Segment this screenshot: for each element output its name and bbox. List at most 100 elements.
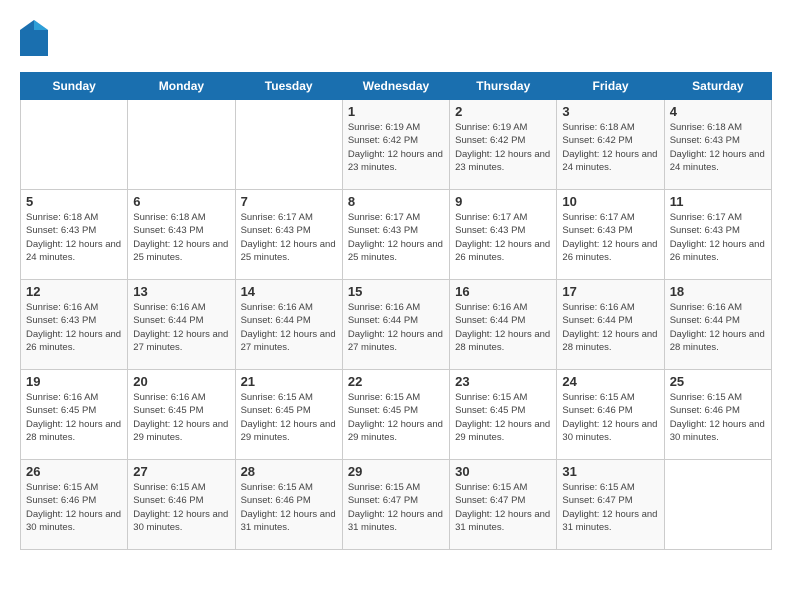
cell-content: Sunrise: 6:16 AMSunset: 6:44 PMDaylight:… [241,301,337,354]
cell-content: Sunrise: 6:15 AMSunset: 6:47 PMDaylight:… [562,481,658,534]
calendar-cell: 4 Sunrise: 6:18 AMSunset: 6:43 PMDayligh… [664,100,771,190]
calendar-cell: 27 Sunrise: 6:15 AMSunset: 6:46 PMDaylig… [128,460,235,550]
day-number: 19 [26,374,122,389]
day-number: 13 [133,284,229,299]
day-number: 21 [241,374,337,389]
calendar-header: SundayMondayTuesdayWednesdayThursdayFrid… [21,73,772,100]
calendar-cell: 20 Sunrise: 6:16 AMSunset: 6:45 PMDaylig… [128,370,235,460]
day-number: 26 [26,464,122,479]
calendar-cell: 14 Sunrise: 6:16 AMSunset: 6:44 PMDaylig… [235,280,342,370]
day-number: 14 [241,284,337,299]
cell-content: Sunrise: 6:17 AMSunset: 6:43 PMDaylight:… [455,211,551,264]
header-row: SundayMondayTuesdayWednesdayThursdayFrid… [21,73,772,100]
calendar-cell [235,100,342,190]
calendar-week-row: 19 Sunrise: 6:16 AMSunset: 6:45 PMDaylig… [21,370,772,460]
cell-content: Sunrise: 6:15 AMSunset: 6:46 PMDaylight:… [241,481,337,534]
calendar-cell: 29 Sunrise: 6:15 AMSunset: 6:47 PMDaylig… [342,460,449,550]
day-number: 28 [241,464,337,479]
day-number: 31 [562,464,658,479]
day-number: 18 [670,284,766,299]
logo-icon [20,20,48,56]
cell-content: Sunrise: 6:15 AMSunset: 6:46 PMDaylight:… [26,481,122,534]
calendar-cell [21,100,128,190]
cell-content: Sunrise: 6:15 AMSunset: 6:46 PMDaylight:… [133,481,229,534]
day-of-week-header: Wednesday [342,73,449,100]
calendar-cell: 19 Sunrise: 6:16 AMSunset: 6:45 PMDaylig… [21,370,128,460]
day-of-week-header: Thursday [450,73,557,100]
day-number: 12 [26,284,122,299]
day-number: 15 [348,284,444,299]
day-number: 27 [133,464,229,479]
cell-content: Sunrise: 6:16 AMSunset: 6:45 PMDaylight:… [133,391,229,444]
calendar-cell: 30 Sunrise: 6:15 AMSunset: 6:47 PMDaylig… [450,460,557,550]
day-number: 10 [562,194,658,209]
cell-content: Sunrise: 6:17 AMSunset: 6:43 PMDaylight:… [562,211,658,264]
calendar-week-row: 26 Sunrise: 6:15 AMSunset: 6:46 PMDaylig… [21,460,772,550]
calendar-cell: 1 Sunrise: 6:19 AMSunset: 6:42 PMDayligh… [342,100,449,190]
calendar-table: SundayMondayTuesdayWednesdayThursdayFrid… [20,72,772,550]
day-of-week-header: Tuesday [235,73,342,100]
day-number: 20 [133,374,229,389]
day-number: 6 [133,194,229,209]
logo [20,20,52,56]
calendar-cell: 25 Sunrise: 6:15 AMSunset: 6:46 PMDaylig… [664,370,771,460]
day-number: 9 [455,194,551,209]
calendar-cell: 11 Sunrise: 6:17 AMSunset: 6:43 PMDaylig… [664,190,771,280]
day-number: 16 [455,284,551,299]
cell-content: Sunrise: 6:16 AMSunset: 6:45 PMDaylight:… [26,391,122,444]
cell-content: Sunrise: 6:16 AMSunset: 6:44 PMDaylight:… [562,301,658,354]
cell-content: Sunrise: 6:17 AMSunset: 6:43 PMDaylight:… [670,211,766,264]
calendar-cell [664,460,771,550]
calendar-cell: 12 Sunrise: 6:16 AMSunset: 6:43 PMDaylig… [21,280,128,370]
calendar-cell: 10 Sunrise: 6:17 AMSunset: 6:43 PMDaylig… [557,190,664,280]
day-number: 22 [348,374,444,389]
cell-content: Sunrise: 6:16 AMSunset: 6:44 PMDaylight:… [133,301,229,354]
cell-content: Sunrise: 6:16 AMSunset: 6:43 PMDaylight:… [26,301,122,354]
day-number: 1 [348,104,444,119]
day-number: 24 [562,374,658,389]
calendar-cell: 2 Sunrise: 6:19 AMSunset: 6:42 PMDayligh… [450,100,557,190]
cell-content: Sunrise: 6:18 AMSunset: 6:42 PMDaylight:… [562,121,658,174]
cell-content: Sunrise: 6:16 AMSunset: 6:44 PMDaylight:… [670,301,766,354]
day-number: 29 [348,464,444,479]
cell-content: Sunrise: 6:15 AMSunset: 6:45 PMDaylight:… [455,391,551,444]
cell-content: Sunrise: 6:19 AMSunset: 6:42 PMDaylight:… [455,121,551,174]
calendar-cell: 15 Sunrise: 6:16 AMSunset: 6:44 PMDaylig… [342,280,449,370]
cell-content: Sunrise: 6:17 AMSunset: 6:43 PMDaylight:… [348,211,444,264]
cell-content: Sunrise: 6:16 AMSunset: 6:44 PMDaylight:… [348,301,444,354]
day-number: 5 [26,194,122,209]
calendar-cell: 7 Sunrise: 6:17 AMSunset: 6:43 PMDayligh… [235,190,342,280]
calendar-cell: 23 Sunrise: 6:15 AMSunset: 6:45 PMDaylig… [450,370,557,460]
day-of-week-header: Sunday [21,73,128,100]
calendar-cell: 6 Sunrise: 6:18 AMSunset: 6:43 PMDayligh… [128,190,235,280]
day-of-week-header: Saturday [664,73,771,100]
calendar-body: 1 Sunrise: 6:19 AMSunset: 6:42 PMDayligh… [21,100,772,550]
cell-content: Sunrise: 6:15 AMSunset: 6:47 PMDaylight:… [348,481,444,534]
calendar-cell: 8 Sunrise: 6:17 AMSunset: 6:43 PMDayligh… [342,190,449,280]
cell-content: Sunrise: 6:15 AMSunset: 6:47 PMDaylight:… [455,481,551,534]
cell-content: Sunrise: 6:18 AMSunset: 6:43 PMDaylight:… [26,211,122,264]
day-number: 7 [241,194,337,209]
day-of-week-header: Friday [557,73,664,100]
calendar-week-row: 1 Sunrise: 6:19 AMSunset: 6:42 PMDayligh… [21,100,772,190]
calendar-cell: 21 Sunrise: 6:15 AMSunset: 6:45 PMDaylig… [235,370,342,460]
cell-content: Sunrise: 6:16 AMSunset: 6:44 PMDaylight:… [455,301,551,354]
cell-content: Sunrise: 6:15 AMSunset: 6:45 PMDaylight:… [241,391,337,444]
calendar-week-row: 12 Sunrise: 6:16 AMSunset: 6:43 PMDaylig… [21,280,772,370]
calendar-cell: 3 Sunrise: 6:18 AMSunset: 6:42 PMDayligh… [557,100,664,190]
calendar-cell: 31 Sunrise: 6:15 AMSunset: 6:47 PMDaylig… [557,460,664,550]
day-number: 11 [670,194,766,209]
day-number: 25 [670,374,766,389]
cell-content: Sunrise: 6:15 AMSunset: 6:46 PMDaylight:… [562,391,658,444]
page-header [20,20,772,56]
cell-content: Sunrise: 6:19 AMSunset: 6:42 PMDaylight:… [348,121,444,174]
cell-content: Sunrise: 6:18 AMSunset: 6:43 PMDaylight:… [670,121,766,174]
calendar-cell: 17 Sunrise: 6:16 AMSunset: 6:44 PMDaylig… [557,280,664,370]
calendar-cell: 24 Sunrise: 6:15 AMSunset: 6:46 PMDaylig… [557,370,664,460]
day-number: 23 [455,374,551,389]
calendar-cell: 16 Sunrise: 6:16 AMSunset: 6:44 PMDaylig… [450,280,557,370]
cell-content: Sunrise: 6:18 AMSunset: 6:43 PMDaylight:… [133,211,229,264]
day-number: 3 [562,104,658,119]
calendar-cell: 28 Sunrise: 6:15 AMSunset: 6:46 PMDaylig… [235,460,342,550]
day-of-week-header: Monday [128,73,235,100]
